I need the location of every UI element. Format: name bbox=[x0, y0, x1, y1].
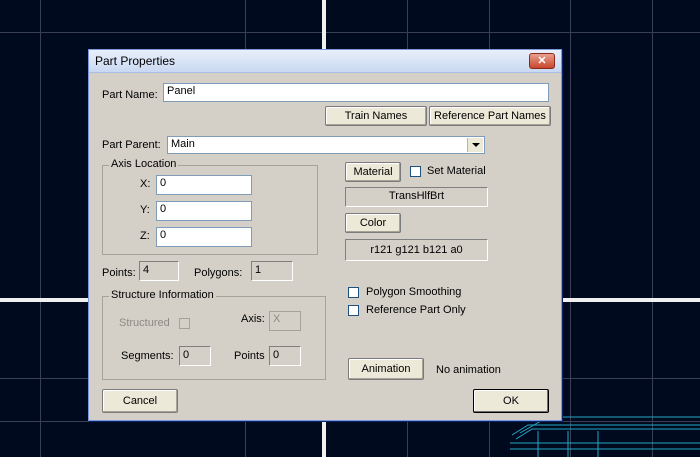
part-parent-select[interactable]: Main bbox=[167, 136, 485, 154]
structured-label: Structured bbox=[119, 317, 170, 329]
structure-information-group: Structure Information Structured Axis: X… bbox=[102, 289, 326, 380]
structure-axis-input: X bbox=[269, 311, 301, 331]
train-names-button[interactable]: Train Names bbox=[325, 106, 427, 126]
structure-points-value: 0 bbox=[269, 346, 301, 366]
title-bar[interactable]: Part Properties ✕ bbox=[89, 50, 561, 73]
grid-line bbox=[0, 32, 700, 33]
polygons-label: Polygons: bbox=[194, 267, 243, 279]
axis-location-group: Axis Location X: 0 Y: 0 Z: 0 bbox=[102, 158, 318, 255]
part-parent-value: Main bbox=[171, 138, 195, 150]
segments-value: 0 bbox=[179, 346, 211, 366]
structured-checkbox[interactable] bbox=[179, 318, 190, 329]
material-value: TransHlfBrt bbox=[345, 187, 488, 207]
points-label: Points: bbox=[102, 267, 136, 279]
structure-points-label: Points bbox=[234, 350, 265, 362]
axis-y-label: Y: bbox=[140, 204, 150, 216]
cancel-button[interactable]: Cancel bbox=[102, 389, 178, 413]
axis-y-input[interactable]: 0 bbox=[156, 201, 252, 221]
part-name-input[interactable]: Panel bbox=[163, 83, 549, 102]
animation-status: No animation bbox=[436, 364, 501, 376]
ok-button[interactable]: OK bbox=[473, 389, 549, 413]
axis-location-legend: Axis Location bbox=[109, 158, 179, 170]
grid-line bbox=[40, 0, 41, 457]
points-value: 4 bbox=[139, 261, 179, 281]
structure-information-legend: Structure Information bbox=[109, 289, 216, 301]
dialog-title: Part Properties bbox=[95, 54, 176, 68]
chevron-down-icon[interactable] bbox=[467, 138, 483, 152]
reference-part-names-button[interactable]: Reference Part Names bbox=[429, 106, 551, 126]
structure-axis-label: Axis: bbox=[241, 313, 265, 325]
color-value: r121 g121 b121 a0 bbox=[345, 239, 488, 261]
polygon-smoothing-checkbox[interactable] bbox=[348, 287, 359, 298]
polygons-value: 1 bbox=[251, 261, 293, 281]
axis-z-input[interactable]: 0 bbox=[156, 227, 252, 247]
close-button[interactable]: ✕ bbox=[529, 53, 555, 69]
grid-line bbox=[652, 0, 653, 457]
part-name-label: Part Name: bbox=[102, 89, 158, 101]
set-material-checkbox[interactable] bbox=[410, 166, 421, 177]
part-properties-dialog: Part Properties ✕ Part Name: Panel Train… bbox=[88, 49, 562, 421]
part-parent-label: Part Parent: bbox=[102, 139, 161, 151]
grid-line bbox=[570, 0, 571, 457]
axis-z-label: Z: bbox=[140, 230, 150, 242]
polygon-smoothing-label: Polygon Smoothing bbox=[366, 286, 462, 298]
close-icon: ✕ bbox=[537, 55, 547, 67]
set-material-label: Set Material bbox=[427, 165, 486, 177]
color-button[interactable]: Color bbox=[345, 213, 401, 233]
reference-part-only-checkbox[interactable] bbox=[348, 305, 359, 316]
axis-x-input[interactable]: 0 bbox=[156, 175, 252, 195]
animation-button[interactable]: Animation bbox=[348, 358, 424, 380]
axis-x-label: X: bbox=[140, 178, 151, 190]
segments-label: Segments: bbox=[121, 350, 174, 362]
reference-part-only-label: Reference Part Only bbox=[366, 304, 466, 316]
material-button[interactable]: Material bbox=[345, 162, 401, 182]
